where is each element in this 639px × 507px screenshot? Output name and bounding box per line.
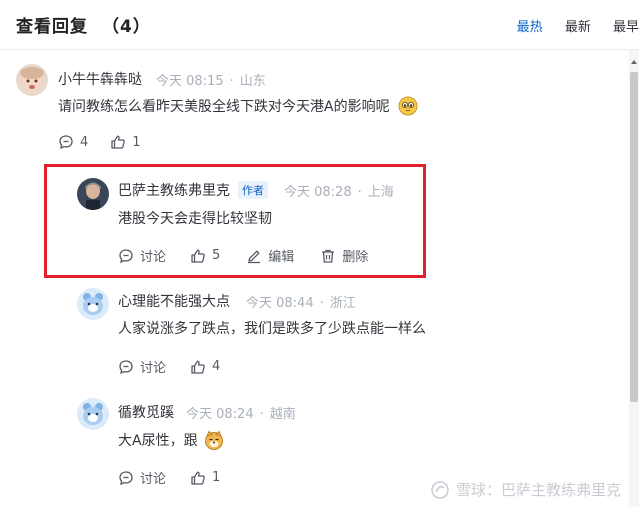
comment-location: 越南	[269, 407, 296, 422]
like-button[interactable]: 1	[190, 470, 220, 486]
avatar[interactable]	[77, 178, 109, 210]
meta-separator: ·	[357, 185, 362, 200]
discuss-label: 讨论	[140, 361, 167, 376]
comment-author[interactable]: 循教觅蹊	[118, 402, 174, 422]
avatar[interactable]	[77, 398, 109, 430]
tab-oldest[interactable]: 最早	[613, 16, 639, 35]
comment-content: 请问教练怎么看昨天美股全线下跌对今天港A的影响呢	[58, 96, 418, 120]
delete-button[interactable]: 删除	[320, 246, 368, 265]
comment-content: 港股今天会走得比较坚韧	[118, 211, 272, 227]
tab-hottest[interactable]: 最热	[517, 16, 543, 35]
watermark-text: 雪球：巴萨主教练弗里克	[455, 481, 621, 499]
comment-author[interactable]: 巴萨主教练弗里克 作者	[118, 180, 268, 200]
discuss-label: 讨论	[140, 472, 167, 487]
comment-location: 浙江	[329, 296, 356, 311]
like-button[interactable]: 4	[190, 359, 220, 375]
avatar[interactable]	[77, 288, 109, 320]
tab-newest[interactable]: 最新	[565, 16, 591, 35]
trash-icon	[322, 249, 335, 263]
doge-emoji-icon	[204, 430, 224, 454]
reply-count: （4）	[102, 17, 151, 37]
comment-bubble-icon	[59, 135, 73, 150]
comment-meta: 今天 08:28 · 上海	[284, 181, 394, 200]
comment-time: 今天 08:24	[186, 407, 254, 422]
confused-emoji-icon	[398, 96, 418, 120]
like-button[interactable]: 1	[110, 134, 141, 150]
author-badge: 作者	[238, 181, 268, 199]
thumbs-up-icon	[191, 471, 205, 485]
page-title-text: 查看回复	[16, 17, 88, 37]
discuss-label: 讨论	[140, 250, 167, 265]
comment-actions: 讨论 4	[118, 357, 220, 376]
author-name[interactable]: 巴萨主教练弗里克	[118, 183, 230, 199]
comment-text: 请问教练怎么看昨天美股全线下跌对今天港A的影响呢	[58, 99, 390, 115]
discuss-button[interactable]: 讨论	[118, 246, 166, 265]
comment-location: 山东	[239, 74, 266, 89]
comment-author[interactable]: 心理能不能强大点	[118, 291, 230, 311]
comment-time: 今天 08:44	[246, 296, 314, 311]
watermark: 雪球：巴萨主教练弗里克	[430, 479, 621, 500]
comment-location: 上海	[367, 185, 394, 200]
comment-time: 今天 08:15	[156, 74, 224, 89]
avatar[interactable]	[16, 64, 48, 96]
comment-author[interactable]: 小牛牛犇犇哒	[58, 69, 142, 89]
comment-actions: 讨论 5 编辑 删除	[118, 246, 368, 265]
like-button[interactable]: 5	[190, 248, 220, 264]
scroll-up-arrow-icon[interactable]	[631, 60, 637, 64]
reply-button[interactable]: 4	[58, 134, 88, 150]
delete-label: 删除	[342, 250, 369, 265]
like-count: 5	[212, 248, 221, 263]
comment-meta: 今天 08:44 · 浙江	[246, 292, 356, 311]
comment-bubble-icon	[119, 248, 133, 263]
like-count: 1	[132, 134, 141, 150]
thumbs-up-icon	[191, 360, 205, 374]
comment-meta: 今天 08:24 · 越南	[186, 403, 296, 422]
comment-text: 大A尿性，跟	[118, 433, 198, 449]
page-title: 查看回复 （4）	[16, 12, 151, 37]
thumbs-up-icon	[111, 135, 126, 149]
comment-time: 今天 08:28	[284, 185, 352, 200]
like-count: 4	[212, 359, 221, 374]
discuss-button[interactable]: 讨论	[118, 468, 166, 487]
comment-meta: 今天 08:15 · 山东	[156, 70, 266, 89]
edit-label: 编辑	[268, 250, 295, 265]
discuss-button[interactable]: 讨论	[118, 357, 166, 376]
scrollbar-thumb[interactable]	[630, 72, 638, 402]
comment-actions: 讨论 1	[118, 468, 220, 487]
snowball-logo-icon	[431, 480, 449, 499]
comment-content: 人家说涨多了跌点，我们是跌多了少跌点能一样么	[118, 321, 426, 337]
thumbs-up-icon	[191, 249, 205, 263]
replies-header: 查看回复 （4） 最热 最新 最早	[0, 0, 639, 50]
meta-separator: ·	[319, 296, 324, 311]
comment-actions: 4 1	[58, 134, 141, 150]
comment-bubble-icon	[119, 359, 133, 374]
comment-bubble-icon	[119, 470, 133, 485]
reply-count: 4	[80, 134, 89, 150]
meta-separator: ·	[259, 407, 264, 422]
edit-button[interactable]: 编辑	[246, 246, 294, 265]
meta-separator: ·	[229, 74, 234, 89]
like-count: 1	[212, 470, 221, 485]
comment-content: 大A尿性，跟	[118, 430, 224, 454]
sort-tabs: 最热 最新 最早	[499, 16, 639, 35]
pencil-icon	[248, 250, 261, 263]
